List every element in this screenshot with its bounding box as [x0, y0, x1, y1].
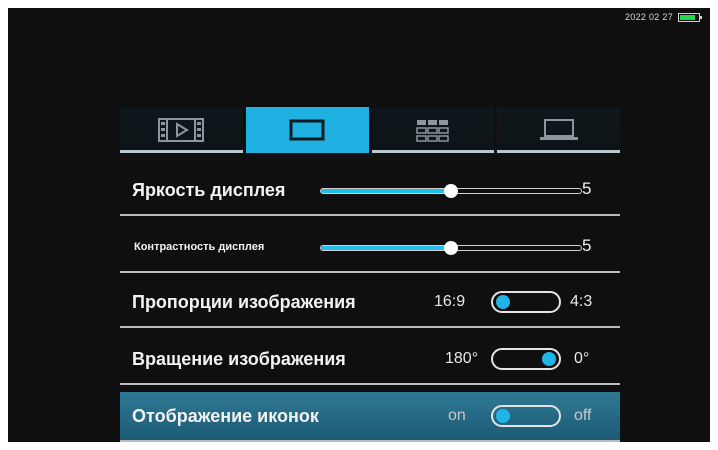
aspect-label: Пропорции изображения	[132, 291, 356, 312]
aspect-toggle[interactable]	[491, 291, 561, 313]
icons-option-b: off	[574, 407, 592, 424]
grid-icon	[416, 120, 449, 142]
brightness-slider[interactable]	[320, 184, 582, 198]
toggle-knob	[496, 295, 510, 309]
rotation-label: Вращение изображения	[132, 348, 346, 369]
aspect-option-a: 16:9	[434, 293, 466, 310]
contrast-value: 5	[582, 236, 592, 255]
icons-toggle[interactable]	[491, 405, 561, 427]
settings-list: Яркость дисплея 5 Контрастность дисплея …	[120, 166, 620, 442]
video-icon	[158, 118, 205, 142]
rotation-option-a: 180°	[445, 350, 479, 367]
tab-display[interactable]	[245, 107, 369, 153]
date-display: 2022 02 27	[624, 12, 673, 22]
contrast-row: Контрастность дисплея 5	[120, 223, 620, 273]
rotation-option-b: 0°	[574, 350, 590, 367]
aspect-row[interactable]: Пропорции изображения 16:9 4:3	[120, 278, 620, 328]
screen-icon	[289, 119, 325, 141]
toggle-knob	[542, 352, 556, 366]
aspect-option-b: 4:3	[570, 293, 593, 310]
tab-layout[interactable]	[371, 107, 495, 153]
toggle-knob	[496, 409, 510, 423]
rotation-toggle[interactable]	[491, 348, 561, 370]
tab-system[interactable]	[497, 107, 620, 153]
slider-knob[interactable]	[444, 184, 458, 198]
brightness-row: Яркость дисплея 5	[120, 166, 620, 216]
icons-row[interactable]: Отображение иконок on off	[120, 392, 620, 442]
device-screen: 2022 02 27 Яркость дисплея 5 Контрастнос…	[8, 8, 710, 442]
status-bar: 2022 02 27	[624, 12, 702, 22]
battery-icon	[678, 12, 702, 22]
icons-label: Отображение иконок	[132, 405, 319, 426]
icons-option-a: on	[448, 407, 466, 424]
contrast-slider[interactable]	[320, 241, 582, 255]
tab-video[interactable]	[120, 107, 243, 153]
slider-knob[interactable]	[444, 241, 458, 255]
brightness-label: Яркость дисплея	[132, 179, 286, 200]
contrast-label: Контрастность дисплея	[134, 241, 265, 253]
brightness-value: 5	[582, 179, 592, 198]
rotation-row[interactable]: Вращение изображения 180° 0°	[120, 335, 620, 385]
laptop-icon	[539, 119, 578, 140]
menu-tabs	[120, 107, 620, 153]
